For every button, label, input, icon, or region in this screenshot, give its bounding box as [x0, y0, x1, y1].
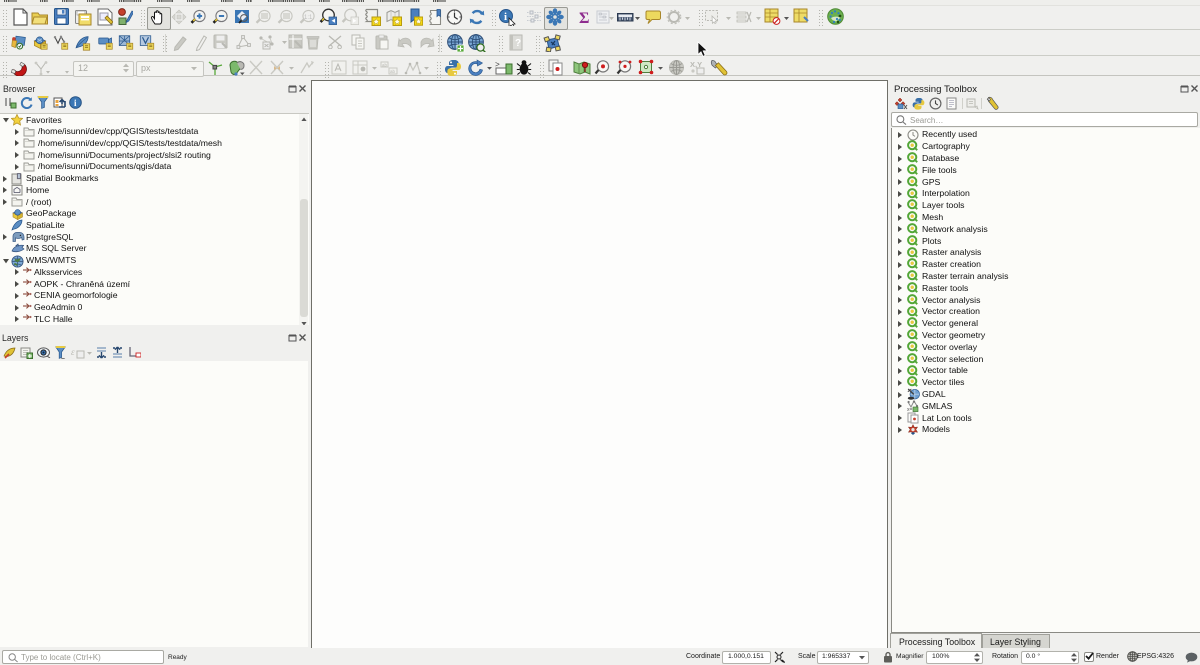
svg-text:ε: ε	[71, 347, 75, 357]
svg-text:i: i	[504, 11, 507, 23]
svg-text:1:1: 1:1	[304, 15, 313, 21]
svg-text:ab: ab	[390, 69, 396, 74]
svg-text:ab: ab	[382, 63, 388, 68]
svg-text:Σ: Σ	[579, 10, 589, 25]
svg-text:?: ?	[515, 38, 521, 49]
